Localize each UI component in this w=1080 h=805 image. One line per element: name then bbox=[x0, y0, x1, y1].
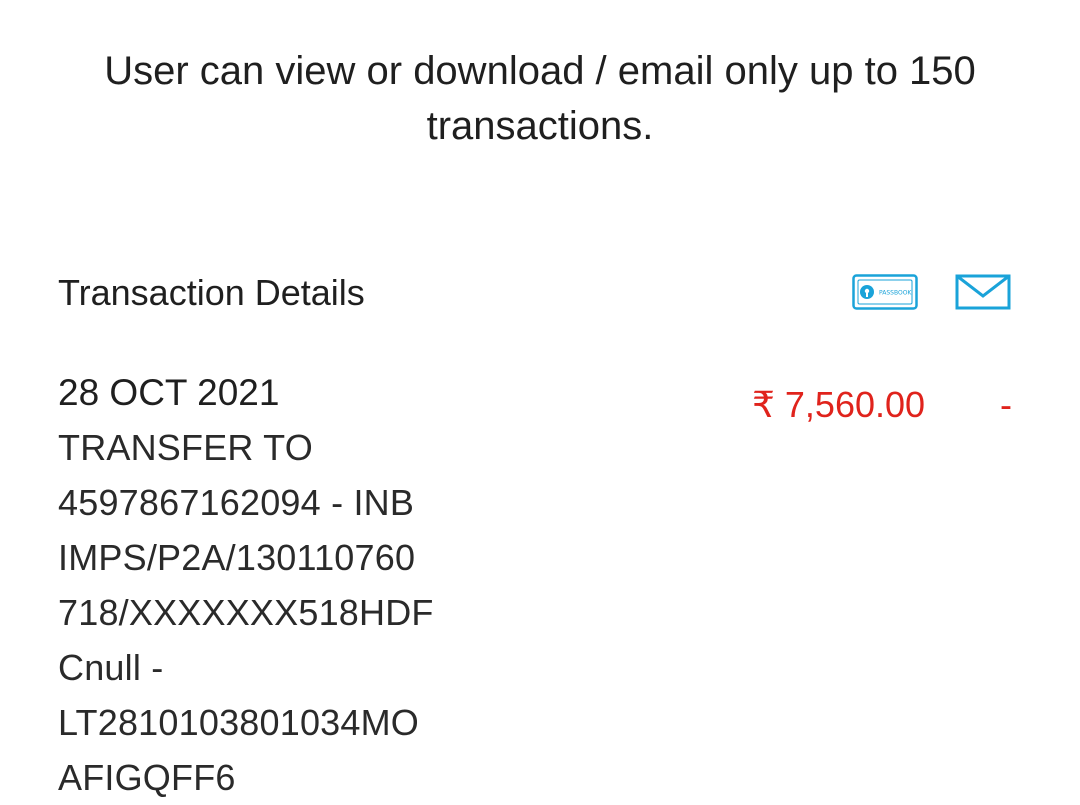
mail-icon bbox=[955, 274, 1011, 310]
notice-line-1: User can view or download / email only u… bbox=[104, 49, 976, 93]
notice-line-2: transactions. bbox=[426, 104, 654, 148]
transaction-description: TRANSFER TO 4597867162094 - INB IMPS/P2A… bbox=[58, 420, 458, 805]
description-line: LT2810103801034MO bbox=[58, 702, 420, 743]
transaction-item[interactable]: 28 OCT 2021 TRANSFER TO 4597867162094 - … bbox=[58, 366, 1020, 805]
section-title: Transaction Details bbox=[58, 272, 365, 313]
description-line: TRANSFER TO bbox=[58, 427, 313, 468]
transaction-details-header: Transaction Details PASSBOOK bbox=[58, 268, 1020, 320]
transaction-amount: ₹ 7,560.00 bbox=[752, 384, 926, 425]
description-line: AFIGQFF6 bbox=[58, 757, 236, 798]
passbook-label: PASSBOOK bbox=[879, 290, 912, 297]
description-line: 4597867162094 - INB bbox=[58, 482, 415, 523]
transaction-balance-marker: - bbox=[1000, 384, 1012, 425]
transaction-limit-notice: User can view or download / email only u… bbox=[40, 44, 1040, 154]
passbook-download-button[interactable]: PASSBOOK bbox=[852, 274, 918, 310]
description-line: 718/XXXXXXX518HDF bbox=[58, 592, 434, 633]
email-statement-button[interactable] bbox=[955, 274, 1011, 310]
description-line: IMPS/P2A/130110760 bbox=[58, 537, 416, 578]
description-line: Cnull - bbox=[58, 647, 164, 688]
passbook-icon: PASSBOOK bbox=[852, 274, 918, 310]
